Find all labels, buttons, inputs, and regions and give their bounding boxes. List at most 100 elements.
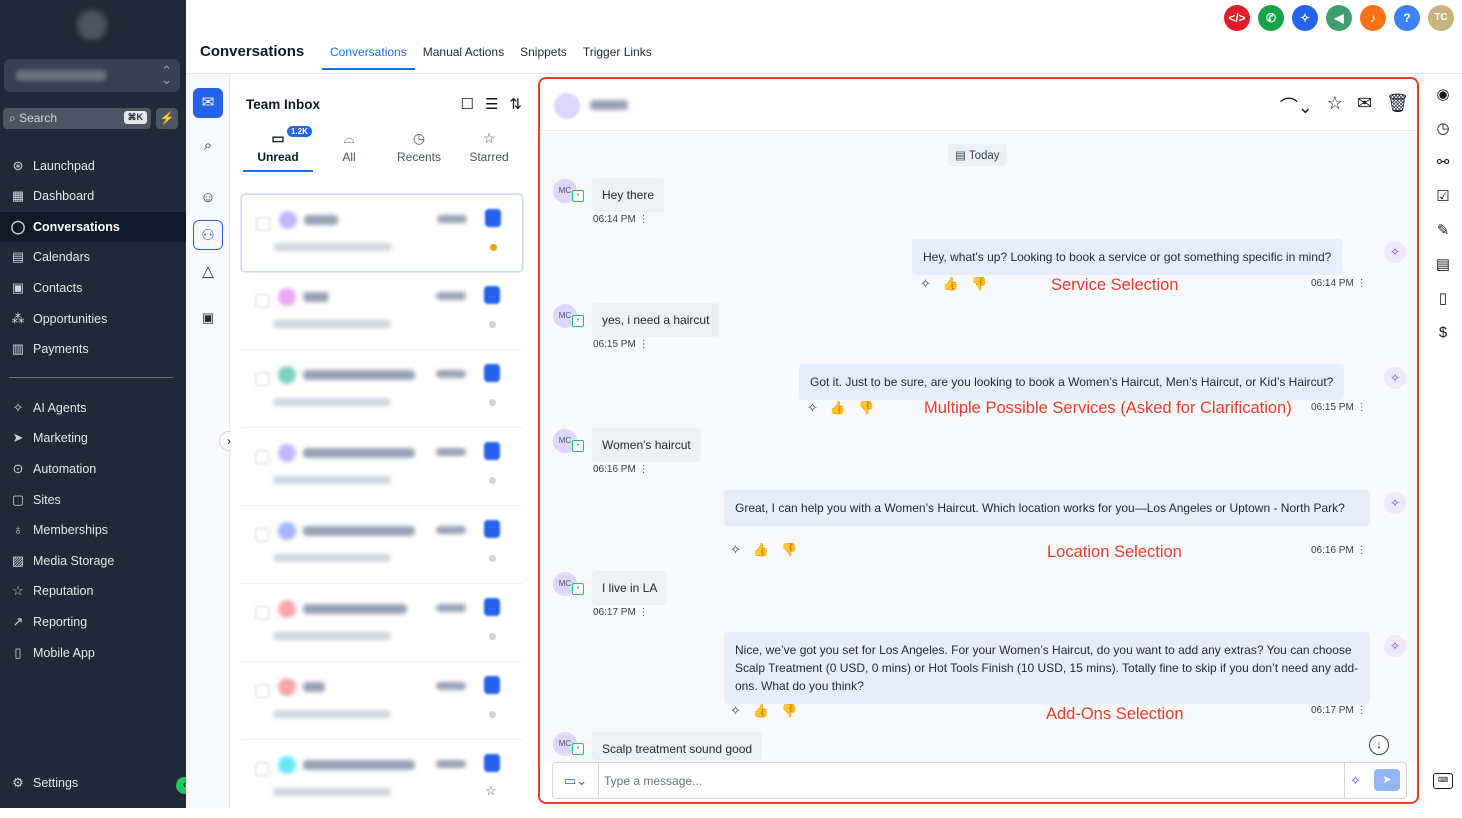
thumbs-up-icon[interactable]: 👍: [753, 703, 769, 719]
sidebar-item-marketing[interactable]: ➤ Marketing: [0, 423, 186, 453]
thumbs-up-icon[interactable]: 👍: [830, 400, 846, 416]
conversation-item[interactable]: [241, 428, 523, 506]
sidebar-item-contacts[interactable]: ▣ Contacts: [0, 273, 186, 303]
ai-assist-icon[interactable]: ✧: [1344, 763, 1366, 798]
ai-sparkle-icon[interactable]: ✧: [807, 400, 818, 416]
conversation-checkbox[interactable]: [255, 762, 269, 776]
account-switcher[interactable]: ⌃ ⌄: [4, 59, 180, 92]
tab-snippets[interactable]: Snippets: [512, 44, 575, 70]
thumbs-down-icon[interactable]: 👎: [858, 400, 874, 416]
ai-sparkle-icon[interactable]: ✧: [920, 276, 931, 292]
notes-pen-icon[interactable]: ✎: [1433, 221, 1453, 241]
conversation-checkbox[interactable]: [255, 294, 269, 308]
conversation-item[interactable]: [241, 506, 523, 584]
calendar-icon[interactable]: ▤: [1433, 255, 1453, 275]
network-icon[interactable]: △: [193, 257, 223, 287]
thumbs-up-icon[interactable]: 👍: [943, 276, 959, 292]
message-input[interactable]: Type a message...: [604, 774, 702, 788]
channel-selector[interactable]: ▭⌄: [553, 763, 599, 798]
scroll-to-bottom-icon[interactable]: ↓: [1369, 735, 1389, 755]
conversation-checkbox[interactable]: [255, 450, 269, 464]
header-tabs: Conversations Manual Actions Snippets Tr…: [322, 44, 660, 70]
tab-recents[interactable]: ◷ Recents: [384, 130, 454, 164]
assign-icon[interactable]: ⌒⌄: [1280, 93, 1313, 119]
star-icon[interactable]: ☆: [1327, 93, 1343, 119]
ai-sparkle-icon[interactable]: ✧: [730, 542, 741, 558]
megaphone-icon[interactable]: ◀: [1326, 5, 1352, 31]
keyboard-shortcuts-icon[interactable]: ⌨: [1433, 773, 1453, 789]
sidebar-item-dashboard[interactable]: ▦ Dashboard: [0, 181, 186, 211]
new-conversation-icon[interactable]: ✉: [193, 88, 223, 118]
tab-label: All: [342, 150, 356, 164]
ai-sparkle-icon[interactable]: ✧: [730, 703, 741, 719]
sidebar-item-launchpad[interactable]: ⊛ Launchpad: [0, 151, 186, 181]
sidebar-item-opportunities[interactable]: ⁂ Opportunities: [0, 304, 186, 334]
conversation-checkbox[interactable]: [255, 684, 269, 698]
sidebar-item-reporting[interactable]: ↗ Reporting: [0, 607, 186, 637]
thumbs-down-icon[interactable]: 👎: [971, 276, 987, 292]
trash-icon[interactable]: 🗑: [1386, 93, 1409, 119]
sidebar-item-ai-agents[interactable]: ✧ AI Agents: [0, 393, 186, 423]
filter-icon[interactable]: ☰: [485, 95, 498, 113]
sidebar-item-sites[interactable]: ▢ Sites: [0, 485, 186, 515]
tab-manual-actions[interactable]: Manual Actions: [415, 44, 512, 70]
ai-agent-avatar: ✧: [1384, 492, 1406, 514]
conversation-checkbox[interactable]: [255, 372, 269, 386]
workflow-icon[interactable]: ⚯: [1433, 153, 1453, 173]
sidebar-item-media-storage[interactable]: ▨ Media Storage: [0, 546, 186, 576]
team-icon[interactable]: ⚇: [193, 220, 223, 250]
preview-blurred: [273, 398, 391, 406]
sidebar-item-settings[interactable]: ⚙ Settings: [0, 768, 186, 798]
person-icon[interactable]: ☺: [193, 183, 223, 213]
sidebar-item-memberships[interactable]: ♁ Memberships: [0, 515, 186, 545]
conversation-item[interactable]: [241, 662, 523, 740]
bell-icon[interactable]: ♪: [1360, 5, 1386, 31]
archive-icon[interactable]: ▣: [193, 303, 223, 333]
mail-icon[interactable]: ✉: [1357, 93, 1372, 119]
activity-history-icon[interactable]: ◷: [1433, 119, 1453, 139]
dollar-icon[interactable]: $: [1433, 323, 1453, 343]
thumbs-down-icon[interactable]: 👎: [781, 542, 797, 558]
tab-unread[interactable]: ▭ 1.2K Unread: [243, 126, 313, 172]
sidebar-search[interactable]: ⌕ Search ⌘K: [3, 108, 151, 129]
sidebar-item-reputation[interactable]: ☆ Reputation: [0, 576, 186, 606]
conversation-item[interactable]: [241, 194, 523, 272]
conversation-item[interactable]: [241, 350, 523, 428]
sort-icon[interactable]: ⇅: [509, 95, 522, 113]
sidebar-item-payments[interactable]: ▥ Payments: [0, 334, 186, 364]
phone-call-icon[interactable]: ✆: [1258, 5, 1284, 31]
conversation-item[interactable]: [241, 584, 523, 662]
sidebar-item-conversations[interactable]: ◯ Conversations: [0, 212, 186, 242]
tab-starred[interactable]: ☆ Starred: [454, 130, 524, 164]
document-icon[interactable]: ▯: [1433, 289, 1453, 309]
inbound-message: I live in LA: [592, 571, 668, 605]
conversation-item[interactable]: [241, 272, 523, 350]
sidebar-item-mobile-app[interactable]: ▯ Mobile App: [0, 638, 186, 668]
conversation-item[interactable]: ☆: [241, 740, 523, 818]
time-blurred: [437, 215, 467, 223]
code-icon[interactable]: </>: [1224, 5, 1250, 31]
thumbs-up-icon[interactable]: 👍: [753, 542, 769, 558]
help-icon[interactable]: ?: [1394, 5, 1420, 31]
star-icon[interactable]: ☆: [485, 783, 497, 799]
send-button[interactable]: ➤: [1374, 769, 1400, 791]
tasks-icon[interactable]: ☑: [1433, 187, 1453, 207]
trend-icon: ↗: [12, 614, 24, 629]
ai-sparkle-icon[interactable]: ✧: [1292, 5, 1318, 31]
search-icon[interactable]: ⌕: [193, 131, 223, 161]
thumbs-down-icon[interactable]: 👎: [781, 703, 797, 719]
user-avatar[interactable]: TC: [1428, 5, 1454, 31]
quick-action-bolt-icon[interactable]: ⚡: [156, 108, 178, 129]
annotation-label: Multiple Possible Services (Asked for Cl…: [924, 399, 1292, 417]
conversation-checkbox[interactable]: [255, 606, 269, 620]
tab-conversations[interactable]: Conversations: [322, 44, 415, 70]
conversation-checkbox[interactable]: [256, 217, 270, 231]
sidebar-item-automation[interactable]: ⊙ Automation: [0, 454, 186, 484]
tab-trigger-links[interactable]: Trigger Links: [575, 44, 660, 70]
conversation-checkbox[interactable]: [255, 528, 269, 542]
contact-profile-icon[interactable]: ◉: [1433, 85, 1453, 105]
inbound-message: yes, i need a haircut: [592, 303, 720, 337]
tab-all[interactable]: ⌓ All: [314, 130, 384, 164]
select-all-checkbox-icon[interactable]: ☐: [461, 95, 474, 113]
sidebar-item-calendars[interactable]: ▤ Calendars: [0, 242, 186, 272]
